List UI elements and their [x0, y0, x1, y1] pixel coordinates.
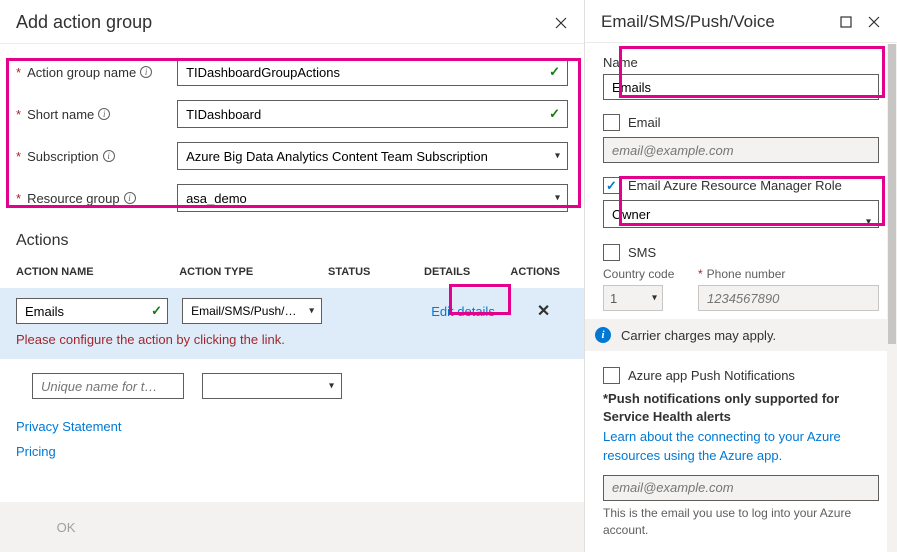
valid-check-icon: ✓ [151, 303, 162, 319]
label-sms: SMS [628, 245, 656, 260]
remove-action-icon[interactable]: ✕ [537, 303, 550, 320]
label-short-name: Short name [27, 107, 94, 122]
scrollbar-thumb[interactable] [888, 44, 896, 344]
close-icon[interactable] [554, 16, 568, 30]
left-panel-title: Add action group [16, 12, 554, 33]
label-phone: Phone number [707, 267, 786, 281]
push-helper-text: This is the email you use to log into yo… [603, 505, 879, 539]
add-action-group-panel: Add action group * Action group name i ✓ … [0, 0, 585, 552]
edit-details-link[interactable]: Edit details [431, 304, 495, 319]
info-icon[interactable]: i [98, 108, 110, 120]
valid-check-icon: ✓ [549, 64, 560, 80]
action-type-select[interactable]: Email/SMS/Push/V... [182, 298, 322, 324]
col-actions: ACTIONS [510, 266, 568, 278]
resource-group-select[interactable]: asa_demo [177, 184, 568, 212]
label-arm-role: Email Azure Resource Manager Role [628, 178, 842, 193]
subscription-select[interactable]: Azure Big Data Analytics Content Team Su… [177, 142, 568, 170]
ok-button[interactable]: OK [16, 514, 116, 540]
actions-heading: Actions [0, 226, 584, 260]
pricing-link[interactable]: Pricing [16, 444, 568, 459]
scrollbar[interactable] [887, 44, 897, 552]
info-icon[interactable]: i [103, 150, 115, 162]
sms-checkbox[interactable] [603, 244, 620, 261]
country-code-select[interactable]: 1 [603, 285, 663, 311]
carrier-info-banner: i Carrier charges may apply. [585, 319, 897, 351]
email-sms-push-voice-panel: Email/SMS/Push/Voice Name Email Email Az… [585, 0, 897, 552]
push-checkbox[interactable] [603, 367, 620, 384]
label-country-code: Country code [603, 267, 688, 281]
info-icon[interactable]: i [140, 66, 152, 78]
action-row-selected: ✓ Email/SMS/Push/V... ▾ Edit details ✕ P… [0, 288, 584, 359]
action-name-input[interactable] [16, 298, 168, 324]
col-details: DETAILS [424, 266, 510, 278]
right-panel-title: Email/SMS/Push/Voice [601, 12, 839, 32]
col-action-name: ACTION NAME [16, 266, 179, 278]
restore-window-icon[interactable] [839, 15, 853, 29]
valid-check-icon: ✓ [549, 106, 560, 122]
label-resource-group: Resource group [27, 191, 120, 206]
info-icon: i [595, 327, 611, 343]
new-action-type-select[interactable] [202, 373, 342, 399]
arm-role-select[interactable]: Owner [603, 200, 879, 228]
info-icon[interactable]: i [124, 192, 136, 204]
required-asterisk: * [16, 65, 21, 80]
email-input[interactable] [603, 137, 879, 163]
label-email: Email [628, 115, 661, 130]
name-input[interactable] [603, 74, 879, 100]
email-checkbox[interactable] [603, 114, 620, 131]
arm-role-checkbox[interactable] [603, 177, 620, 194]
short-name-input[interactable] [177, 100, 568, 128]
new-action-name-input[interactable] [32, 373, 184, 399]
label-push: Azure app Push Notifications [628, 368, 795, 383]
label-subscription: Subscription [27, 149, 99, 164]
col-status: STATUS [328, 266, 424, 278]
close-icon[interactable] [867, 15, 881, 29]
label-action-group-name: Action group name [27, 65, 136, 80]
push-learn-link[interactable]: Learn about the connecting to your Azure… [603, 428, 879, 464]
phone-input[interactable] [698, 285, 879, 311]
privacy-link[interactable]: Privacy Statement [16, 419, 568, 434]
action-group-name-input[interactable] [177, 58, 568, 86]
col-action-type: ACTION TYPE [179, 266, 328, 278]
push-note: *Push notifications only supported for S… [603, 390, 879, 426]
label-name: Name [603, 55, 879, 70]
push-email-input[interactable] [603, 475, 879, 501]
configure-warning: Please configure the action by clicking … [0, 324, 584, 347]
